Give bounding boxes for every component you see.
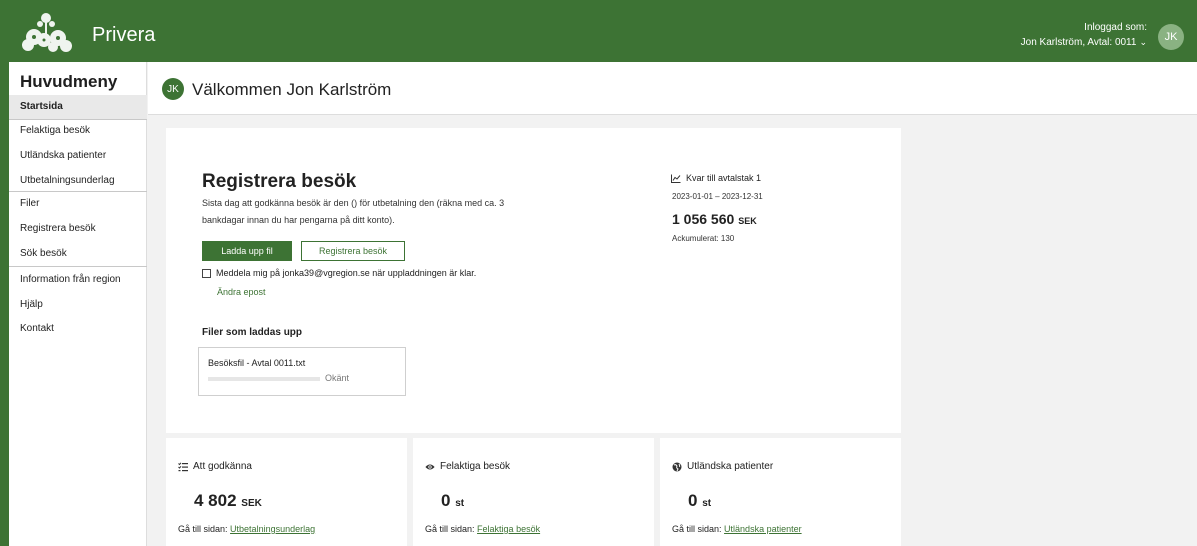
- link-felaktiga-besok[interactable]: Felaktiga besök: [477, 524, 540, 534]
- summary-value-unit: st: [702, 498, 712, 509]
- sidebar-item-information-fran-region[interactable]: Information från region: [9, 268, 147, 292]
- summary-card-felaktiga-besok: Felaktiga besök 0 st Gå till sidan: Fela…: [413, 438, 654, 546]
- uploading-files-title: Filer som laddas upp: [202, 327, 303, 338]
- user-menu-toggle[interactable]: Jon Karlström, Avtal: 0011 ⌄: [1021, 35, 1147, 50]
- limit-accumulated: Ackumulerat: 130: [672, 234, 735, 243]
- summary-card-title: Att godkänna: [193, 461, 252, 472]
- sidebar-item-felaktiga-besok[interactable]: Felaktiga besök: [9, 119, 147, 143]
- sidebar-item-kontakt[interactable]: Kontakt: [9, 317, 147, 341]
- summary-card-title: Felaktiga besök: [440, 461, 511, 472]
- summary-value-unit: st: [455, 498, 465, 509]
- link-utlandska-patienter[interactable]: Utländska patienter: [724, 524, 802, 534]
- sidebar-item-registrera-besok[interactable]: Registrera besök: [9, 217, 147, 241]
- summary-card-header: Utländska patienter: [672, 461, 773, 472]
- summary-link-prefix: Gå till sidan:: [178, 524, 228, 534]
- limit-amount: 1 056 560 SEK: [672, 211, 757, 227]
- summary-card-utlandska-patienter: Utländska patienter 0 st Gå till sidan: …: [660, 438, 901, 546]
- sidebar-item-utlandska-patienter[interactable]: Utländska patienter: [9, 144, 147, 168]
- file-status: Okänt: [325, 373, 350, 383]
- limit-amount-unit: SEK: [738, 216, 757, 226]
- sidebar-item-utbetalningsunderlag[interactable]: Utbetalningsunderlag: [9, 169, 147, 193]
- globe-icon: [672, 462, 682, 471]
- sidebar-item-hjalp[interactable]: Hjälp: [9, 293, 147, 317]
- summary-value-number: 0: [441, 491, 451, 510]
- summary-link-prefix: Gå till sidan:: [672, 524, 722, 534]
- summary-card-value: 0 st: [441, 491, 464, 511]
- summary-value-number: 4 802: [194, 491, 237, 510]
- logged-in-label: Inloggad som:: [1084, 22, 1147, 33]
- avatar: JK: [162, 78, 184, 100]
- register-visit-button[interactable]: Registrera besök: [301, 241, 405, 261]
- user-name-text: Jon Karlström, Avtal: 0011: [1020, 37, 1137, 48]
- register-visit-card: Registrera besök Sista dag att godkänna …: [166, 128, 901, 433]
- top-bar: Privera Inloggad som: Jon Karlström, Avt…: [0, 0, 1197, 62]
- notify-text: Meddela mig på jonka39@vgregion.se när u…: [216, 268, 477, 278]
- summary-card-link-row: Gå till sidan: Felaktiga besök: [425, 524, 540, 534]
- sidebar-item-filer[interactable]: Filer: [9, 192, 147, 216]
- list-check-icon: [178, 461, 188, 471]
- limit-date-range: 2023-01-01 – 2023-12-31: [672, 192, 763, 201]
- chevron-down-icon: ⌄: [1139, 37, 1147, 47]
- limit-header: Kvar till avtalstak 1: [671, 173, 761, 183]
- eye-icon: [425, 464, 435, 469]
- change-email-link[interactable]: Ändra epost: [217, 287, 266, 297]
- summary-card-link-row: Gå till sidan: Utländska patienter: [672, 524, 802, 534]
- file-progress-bar: [208, 377, 320, 381]
- welcome-bar: JK Välkommen Jon Karlström: [148, 62, 1197, 115]
- summary-card-header: Felaktiga besök: [425, 461, 510, 472]
- user-info: Inloggad som: Jon Karlström, Avtal: 0011…: [1021, 20, 1147, 50]
- sidebar-accent-stripe: [0, 62, 9, 546]
- summary-value-number: 0: [688, 491, 698, 510]
- sidebar-item-startsida[interactable]: Startsida: [9, 95, 147, 119]
- line-chart-icon: [671, 174, 681, 183]
- sidebar-title: Huvudmeny: [20, 72, 118, 91]
- notify-checkbox[interactable]: [202, 268, 211, 278]
- register-description: Sista dag att godkänna besök är den () f…: [202, 198, 505, 225]
- upload-file-button[interactable]: Ladda upp fil: [202, 241, 292, 261]
- page-title: Välkommen Jon Karlström: [192, 80, 392, 99]
- brand-name: Privera: [92, 24, 156, 46]
- user-avatar[interactable]: JK: [1158, 24, 1184, 50]
- summary-card-link-row: Gå till sidan: Utbetalningsunderlag: [178, 524, 315, 534]
- summary-card-title: Utländska patienter: [687, 461, 774, 472]
- summary-card-value: 0 st: [688, 491, 711, 511]
- summary-link-prefix: Gå till sidan:: [425, 524, 475, 534]
- summary-card-att-godkanna: Att godkänna 4 802 SEK Gå till sidan: Ut…: [166, 438, 407, 546]
- register-title: Registrera besök: [202, 171, 357, 192]
- summary-card-value: 4 802 SEK: [194, 491, 262, 511]
- upload-file-item: Besöksfil - Avtal 0011.txt Okänt: [198, 347, 406, 396]
- file-name: Besöksfil - Avtal 0011.txt: [208, 358, 306, 368]
- summary-card-header: Att godkänna: [178, 461, 252, 472]
- privera-logo-icon: [22, 13, 72, 52]
- sidebar: Huvudmeny Startsida Felaktiga besök Utlä…: [9, 62, 147, 546]
- sidebar-item-sok-besok[interactable]: Sök besök: [9, 242, 147, 266]
- sidebar-divider: [9, 266, 147, 267]
- limit-amount-value: 1 056 560: [672, 211, 735, 227]
- limit-title: Kvar till avtalstak 1: [686, 173, 762, 183]
- summary-value-unit: SEK: [241, 498, 262, 509]
- link-utbetalningsunderlag[interactable]: Utbetalningsunderlag: [230, 524, 315, 534]
- notify-option: Meddela mig på jonka39@vgregion.se när u…: [202, 268, 476, 278]
